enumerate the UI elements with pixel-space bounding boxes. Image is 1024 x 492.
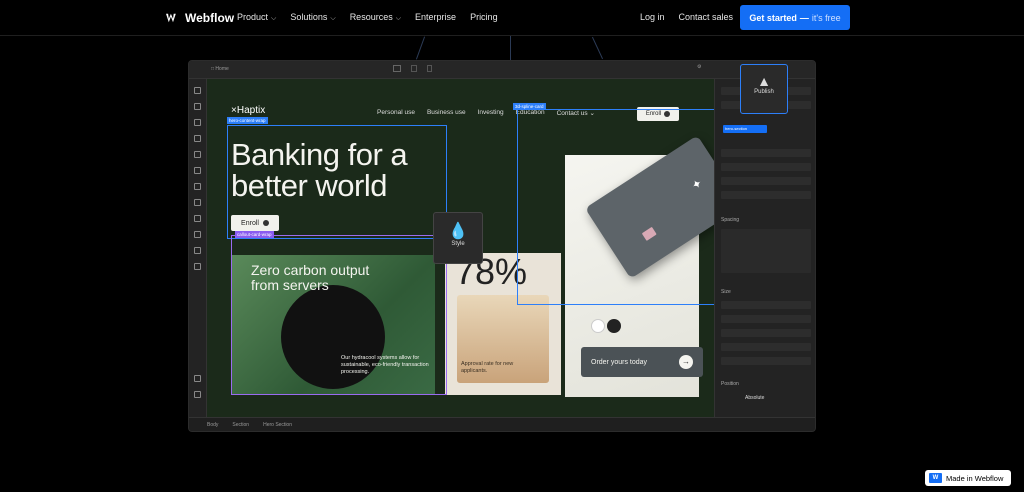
cta-main-label: Get started: [749, 12, 797, 23]
navigator-icon[interactable]: [194, 119, 201, 126]
nav-solutions[interactable]: Solutions ⌵: [290, 12, 335, 23]
mobile-view-icon[interactable]: [427, 65, 432, 72]
order-button[interactable]: Order yours today →: [581, 347, 703, 377]
spacing-box[interactable]: [721, 229, 811, 273]
color-swatch-white[interactable]: [591, 319, 605, 333]
decor-line: [510, 36, 511, 60]
display-row[interactable]: [721, 163, 811, 171]
chevron-down-icon: ⌵: [330, 15, 336, 22]
apps-icon[interactable]: [194, 263, 201, 270]
contact-sales-link[interactable]: Contact sales: [679, 12, 734, 22]
approval-rate-caption: Approval rate for new applicants.: [461, 361, 514, 374]
logo-text: Webflow: [185, 11, 235, 25]
max-width-row[interactable]: [721, 329, 811, 337]
order-label: Order yours today: [591, 358, 648, 366]
primary-nav: Product ⌵ Solutions ⌵ Resources ⌵ Enterpris…: [237, 12, 498, 23]
site-brand[interactable]: ×Haptix: [231, 105, 265, 116]
brand-text: Haptix: [236, 105, 266, 116]
designer-window: □ Home ⚙ ×Haptix Personal use Business u…: [188, 60, 816, 432]
fit-row[interactable]: [721, 357, 811, 365]
publish-popover[interactable]: ▲ Publish: [740, 64, 788, 114]
page-selector[interactable]: □ Home: [211, 66, 229, 72]
nav-product-label: Product: [237, 12, 269, 22]
page-icon: □: [211, 66, 215, 72]
hero-selection-outline: [227, 125, 447, 239]
decor-line: [415, 36, 426, 60]
styles-icon[interactable]: [194, 167, 201, 174]
tablet-view-icon[interactable]: [411, 65, 417, 72]
breadcrumb-hero-section[interactable]: Hero Section: [263, 422, 292, 428]
users-icon[interactable]: [194, 231, 201, 238]
help-icon[interactable]: [194, 375, 201, 382]
position-section-label[interactable]: Position: [721, 381, 739, 387]
nav-right: Log in Contact sales: [640, 12, 733, 22]
pages-icon[interactable]: [194, 103, 201, 110]
nav-resources-label: Resources: [349, 12, 393, 22]
site-nav-business[interactable]: Business use: [427, 109, 466, 117]
nav-resources[interactable]: Resources ⌵: [350, 12, 401, 23]
top-nav: Webflow Product ⌵ Solutions ⌵ Resources ⌵ E…: [0, 0, 1024, 36]
size-section-label[interactable]: Size: [721, 289, 731, 295]
droplets-icon: 💧: [448, 223, 468, 240]
hero-selection-tag[interactable]: hero-content-wrap: [227, 117, 268, 124]
ecommerce-icon[interactable]: [194, 215, 201, 222]
color-swatch-black[interactable]: [607, 319, 621, 333]
decor-line: [591, 36, 604, 60]
breadcrumb-bar: Body Section Hero Section: [189, 417, 815, 431]
style-label: Style: [451, 241, 465, 247]
designer-topbar: □ Home ⚙: [189, 61, 815, 79]
made-in-webflow-badge[interactable]: W Made in Webflow: [925, 470, 1011, 486]
card-selection-tag[interactable]: 3d-spline-card: [513, 103, 546, 110]
components-icon[interactable]: [194, 135, 201, 142]
settings-icon[interactable]: [194, 391, 201, 398]
settings-icon[interactable]: ⚙: [697, 64, 701, 70]
cms-icon[interactable]: [194, 199, 201, 206]
callout-selection-tag[interactable]: callout-card-wrap: [235, 231, 274, 238]
variables-icon[interactable]: [194, 151, 201, 158]
nav-product[interactable]: Product ⌵: [237, 12, 276, 23]
style-popover[interactable]: 💧 Style: [433, 212, 483, 264]
nav-enterprise[interactable]: Enterprise: [415, 12, 456, 23]
login-link[interactable]: Log in: [640, 12, 665, 22]
nav-pricing[interactable]: Pricing: [470, 12, 498, 23]
logic-icon[interactable]: [194, 247, 201, 254]
layout-row[interactable]: [721, 149, 811, 157]
cta-free-label: it's free: [811, 12, 841, 23]
selected-class-chip[interactable]: hero-section: [723, 125, 767, 133]
nav-solutions-label: Solutions: [290, 12, 328, 22]
style-panel: hero-section Spacing Size Position Absol…: [714, 79, 815, 419]
page-label: Home: [215, 66, 229, 72]
publish-label: Publish: [754, 89, 774, 95]
align-row[interactable]: [721, 177, 811, 185]
breadcrumb-body[interactable]: Body: [207, 422, 218, 428]
webflow-logo-icon: [166, 13, 176, 23]
desktop-view-icon[interactable]: [393, 65, 401, 72]
badge-label: Made in Webflow: [946, 473, 1004, 483]
chevron-down-icon: ⌵: [271, 15, 277, 22]
left-toolbar: [189, 79, 207, 419]
add-icon[interactable]: [194, 87, 201, 94]
min-width-row[interactable]: [721, 315, 811, 323]
site-nav-investing[interactable]: Investing: [478, 109, 504, 117]
position-value[interactable]: Absolute: [745, 395, 764, 401]
rocket-icon: ▲: [757, 73, 771, 89]
get-started-button[interactable]: Get started — it's free: [740, 5, 850, 30]
chevron-down-icon: ⌵: [395, 15, 402, 22]
breadcrumb-section[interactable]: Section: [232, 422, 249, 428]
webflow-logo[interactable]: Webflow: [166, 11, 234, 25]
site-nav-personal[interactable]: Personal use: [377, 109, 415, 117]
width-row[interactable]: [721, 301, 811, 309]
assets-icon[interactable]: [194, 183, 201, 190]
gap-row[interactable]: [721, 191, 811, 199]
webflow-badge-icon: W: [929, 473, 942, 483]
overflow-row[interactable]: [721, 343, 811, 351]
arrow-right-icon: →: [679, 355, 693, 369]
spacing-section-label[interactable]: Spacing: [721, 217, 739, 223]
cta-separator: —: [799, 12, 809, 23]
callout-selection-outline: [231, 235, 447, 395]
card-selection-outline: [517, 109, 714, 305]
